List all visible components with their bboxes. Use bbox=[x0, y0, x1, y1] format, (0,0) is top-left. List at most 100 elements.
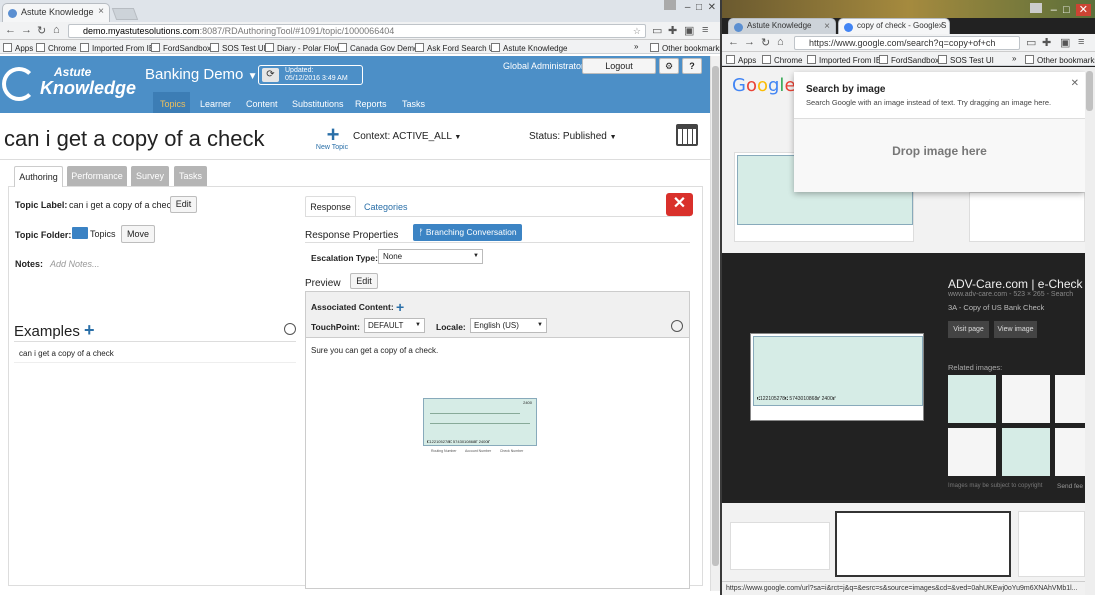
profile-icon[interactable] bbox=[664, 0, 677, 10]
bookmark-apps[interactable]: Apps bbox=[726, 55, 756, 65]
send-feedback-link[interactable]: Send fee bbox=[1057, 483, 1083, 490]
bottom-thumb-1[interactable] bbox=[730, 522, 830, 570]
close-button[interactable]: ✕ bbox=[666, 193, 693, 216]
add-example-icon[interactable]: + bbox=[84, 320, 95, 340]
bookmark-fordsandbox[interactable]: FordSandbox bbox=[151, 43, 211, 53]
close-tab-icon[interactable]: × bbox=[824, 21, 830, 32]
tab-tasks[interactable]: Tasks bbox=[174, 166, 207, 186]
bookmark-sos[interactable]: SOS Test UI bbox=[210, 43, 266, 53]
close-tab-icon[interactable]: × bbox=[98, 6, 104, 17]
bookmark-askford[interactable]: Ask Ford Search UI bbox=[415, 43, 497, 53]
branching-conversation-button[interactable]: ᚠ Branching Conversation bbox=[413, 224, 522, 241]
left-tab-astute[interactable]: Astute Knowledge × bbox=[2, 3, 110, 22]
related-thumb[interactable] bbox=[1055, 375, 1085, 423]
extension-icon[interactable]: ✚ bbox=[1042, 36, 1051, 49]
close-window-icon[interactable]: ✕ bbox=[1075, 4, 1091, 16]
response-tab[interactable]: Response bbox=[305, 196, 356, 217]
examples-clock-icon[interactable] bbox=[284, 323, 296, 335]
bookmark-chrome[interactable]: Chrome bbox=[36, 43, 76, 53]
workspace-selector[interactable]: Banking Demo ▼ bbox=[145, 66, 257, 83]
forward-icon[interactable]: → bbox=[21, 24, 32, 36]
related-thumb[interactable] bbox=[1002, 428, 1050, 476]
home-icon[interactable]: ⌂ bbox=[53, 24, 60, 36]
refresh-button[interactable]: ⟳ bbox=[262, 68, 279, 82]
left-scrollbar[interactable] bbox=[710, 56, 720, 591]
cast-icon[interactable]: ▭ bbox=[1026, 36, 1036, 49]
add-content-icon[interactable]: + bbox=[396, 299, 404, 315]
profile-icon[interactable] bbox=[1029, 3, 1042, 13]
bookmark-fordsandbox[interactable]: FordSandbox bbox=[879, 55, 939, 65]
reload-icon[interactable]: ↻ bbox=[761, 36, 770, 49]
bookmark-imported[interactable]: Imported From IE bbox=[80, 43, 154, 53]
notes-input[interactable]: Add Notes... bbox=[50, 259, 100, 269]
tab-survey[interactable]: Survey bbox=[131, 166, 169, 186]
bookmark-sos[interactable]: SOS Test UI bbox=[938, 55, 994, 65]
locale-select[interactable]: English (US) ▼ bbox=[470, 318, 547, 333]
bookmarks-overflow-icon[interactable]: » bbox=[1012, 54, 1016, 63]
categories-tab[interactable]: Categories bbox=[364, 202, 408, 212]
help-button[interactable]: ? bbox=[682, 58, 702, 74]
bookmark-chrome[interactable]: Chrome bbox=[762, 55, 802, 65]
back-icon[interactable]: ← bbox=[728, 36, 739, 48]
menu-icon[interactable]: ≡ bbox=[702, 24, 708, 36]
close-tab-icon[interactable]: × bbox=[938, 21, 944, 32]
example-item[interactable]: can i get a copy of a check bbox=[19, 349, 114, 358]
maximize-icon[interactable]: □ bbox=[1063, 4, 1070, 16]
visit-page-button[interactable]: Visit page bbox=[948, 321, 989, 338]
forward-icon[interactable]: → bbox=[744, 36, 755, 48]
reload-icon[interactable]: ↻ bbox=[37, 24, 46, 37]
nav-tasks[interactable]: Tasks bbox=[402, 99, 425, 109]
scroll-thumb[interactable] bbox=[1086, 71, 1093, 111]
settings-button[interactable]: ⚙ bbox=[659, 58, 679, 74]
right-address-bar[interactable]: https://www.google.com/search?q=copy+of+… bbox=[794, 36, 1020, 50]
status-dropdown[interactable]: Status: Published ▼ bbox=[529, 131, 617, 142]
home-icon[interactable]: ⌂ bbox=[777, 36, 784, 48]
nav-learner[interactable]: Learner bbox=[200, 99, 231, 109]
calendar-icon[interactable] bbox=[676, 124, 698, 146]
bottom-thumb-2[interactable] bbox=[835, 511, 1011, 577]
scroll-thumb[interactable] bbox=[712, 66, 719, 566]
view-image-button[interactable]: View image bbox=[994, 321, 1037, 338]
result-thumb-2[interactable] bbox=[969, 192, 1085, 242]
context-dropdown[interactable]: Context: ACTIVE_ALL ▼ bbox=[353, 131, 461, 142]
other-bookmarks[interactable]: Other bookmarks bbox=[650, 43, 720, 53]
extension2-icon[interactable]: ▣ bbox=[684, 24, 694, 37]
logout-button[interactable]: Logout bbox=[582, 58, 656, 74]
other-bookmarks[interactable]: Other bookmarks bbox=[1025, 55, 1095, 65]
bookmarks-overflow-icon[interactable]: » bbox=[634, 42, 638, 51]
escalation-select[interactable]: None ▼ bbox=[378, 249, 483, 264]
bookmark-canada[interactable]: Canada Gov Demo bbox=[338, 43, 418, 53]
popup-close-icon[interactable]: ✕ bbox=[1071, 78, 1079, 89]
bookmark-imported[interactable]: Imported From IE bbox=[807, 55, 881, 65]
nav-content[interactable]: Content bbox=[246, 99, 278, 109]
astute-logo[interactable]: Astute Knowledge bbox=[2, 63, 138, 103]
cast-icon[interactable]: ▭ bbox=[652, 24, 662, 37]
bookmark-astute[interactable]: Astute Knowledge bbox=[491, 43, 568, 53]
right-tab-google[interactable]: copy of check - Google S × bbox=[838, 18, 950, 34]
preview-clock-icon[interactable] bbox=[671, 320, 683, 332]
left-address-bar[interactable]: demo.myastutesolutions.com:8087/RDAuthor… bbox=[68, 24, 646, 38]
tab-performance[interactable]: Performance bbox=[67, 166, 127, 186]
drop-zone[interactable]: Drop image here bbox=[794, 118, 1085, 192]
nav-topics[interactable]: Topics bbox=[160, 99, 186, 109]
move-folder-button[interactable]: Move bbox=[121, 225, 155, 243]
bookmark-diary[interactable]: Diary - Polar Flow bbox=[265, 43, 341, 53]
right-scrollbar[interactable] bbox=[1085, 67, 1095, 595]
edit-label-button[interactable]: Edit bbox=[170, 196, 197, 213]
bottom-thumb-3[interactable] bbox=[1018, 511, 1085, 577]
touchpoint-select[interactable]: DEFAULT ▼ bbox=[364, 318, 425, 333]
extension-icon[interactable]: ✚ bbox=[668, 24, 677, 37]
related-thumb[interactable] bbox=[948, 375, 996, 423]
google-logo[interactable]: Google bbox=[732, 75, 796, 96]
close-window-icon[interactable]: ✕ bbox=[708, 2, 716, 13]
menu-icon[interactable]: ≡ bbox=[1078, 36, 1084, 48]
star-icon[interactable]: ☆ bbox=[633, 25, 641, 37]
preview-edit-button[interactable]: Edit bbox=[350, 273, 378, 289]
related-thumb[interactable] bbox=[1055, 428, 1085, 476]
maximize-icon[interactable]: □ bbox=[696, 2, 702, 13]
tab-authoring[interactable]: Authoring bbox=[14, 166, 63, 187]
extension2-icon[interactable]: ▣ bbox=[1060, 36, 1070, 49]
nav-reports[interactable]: Reports bbox=[355, 99, 387, 109]
related-thumb[interactable] bbox=[948, 428, 996, 476]
minimize-icon[interactable]: – bbox=[685, 2, 691, 13]
